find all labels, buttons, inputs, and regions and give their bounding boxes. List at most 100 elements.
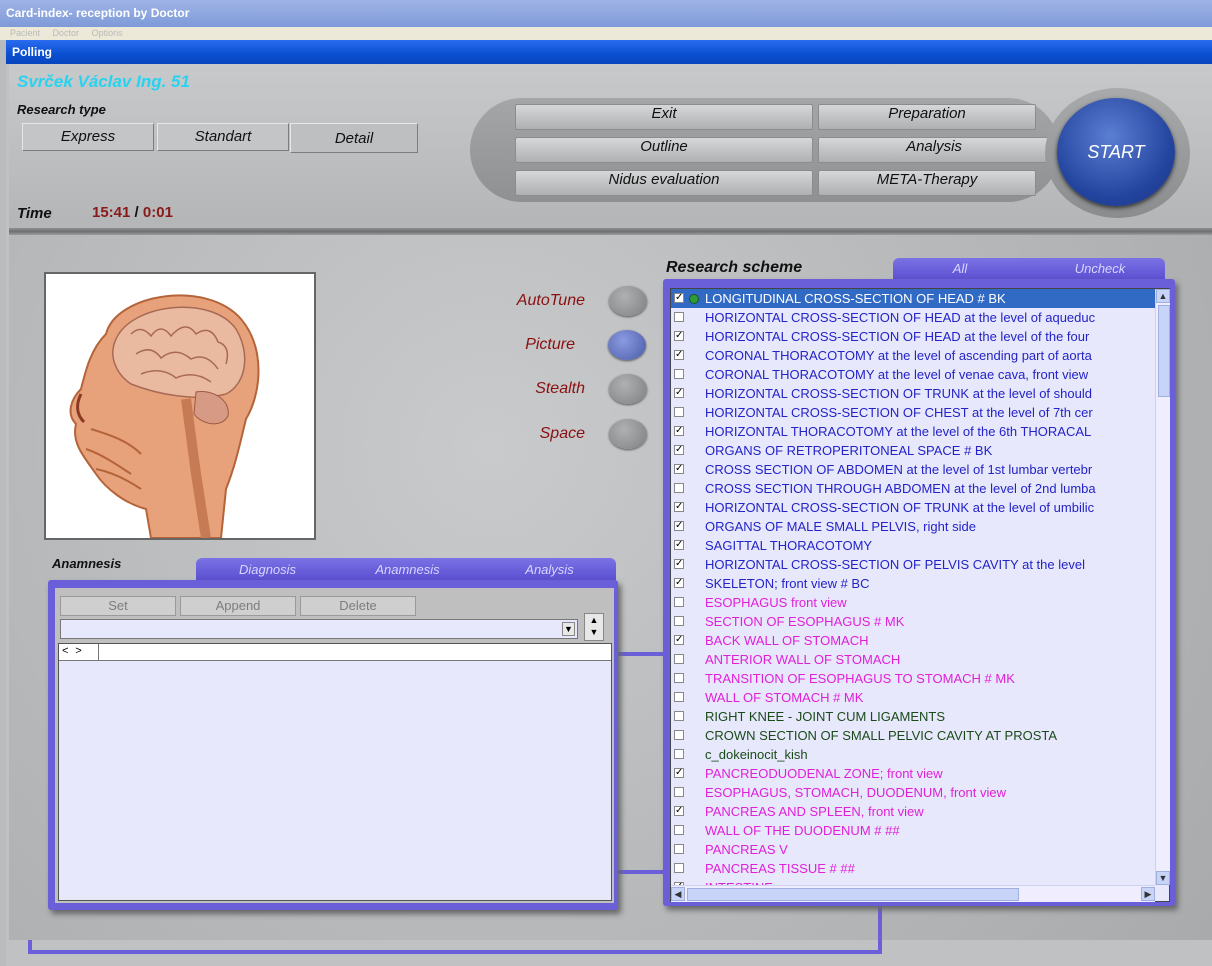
tab-all[interactable]: All [905, 261, 1015, 276]
research-scheme-item[interactable]: ✓ HORIZONTAL CROSS-SECTION OF PELVIS CAVI… [671, 555, 1157, 574]
research-scheme-item[interactable]: HORIZONTAL CROSS-SECTION OF HEAD at the … [671, 308, 1157, 327]
item-checkbox[interactable]: ✓ [674, 426, 684, 436]
append-button[interactable]: Append [180, 596, 296, 616]
anamnesis-combo[interactable]: ▼ [60, 619, 578, 639]
space-toggle[interactable] [609, 419, 647, 449]
item-checkbox[interactable]: ✓ [674, 521, 684, 531]
item-checkbox[interactable] [674, 825, 684, 835]
item-checkbox[interactable]: ✓ [674, 578, 684, 588]
research-scheme-item[interactable]: ✓ PANCREAS AND SPLEEN, front view [671, 802, 1157, 821]
research-scheme-item[interactable]: ✓ ORGANS OF RETROPERITONEAL SPACE # BK [671, 441, 1157, 460]
scroll-down-icon[interactable]: ▼ [1156, 871, 1170, 885]
scroll-right-icon[interactable]: ▶ [1141, 887, 1155, 901]
menu-options[interactable]: Options [92, 28, 123, 38]
research-scheme-item[interactable]: PANCREAS V [671, 840, 1157, 859]
stealth-toggle[interactable] [609, 374, 647, 404]
scroll-thumb[interactable] [1158, 305, 1170, 397]
research-scheme-item[interactable]: ✓ HORIZONTAL CROSS-SECTION OF TRUNK at th… [671, 498, 1157, 517]
item-checkbox[interactable] [674, 787, 684, 797]
research-scheme-item[interactable]: WALL OF STOMACH # MK [671, 688, 1157, 707]
research-scheme-item[interactable]: ✓ CROSS SECTION OF ABDOMEN at the level o… [671, 460, 1157, 479]
item-checkbox[interactable] [674, 844, 684, 854]
dropdown-arrow-icon[interactable]: ▼ [562, 622, 575, 636]
item-checkbox[interactable]: ✓ [674, 388, 684, 398]
item-checkbox[interactable] [674, 711, 684, 721]
research-scheme-item[interactable]: WALL OF THE DUODENUM # ## [671, 821, 1157, 840]
item-checkbox[interactable]: ✓ [674, 464, 684, 474]
item-checkbox[interactable]: ✓ [674, 806, 684, 816]
research-type-standart[interactable]: Standart [157, 123, 289, 151]
hscroll-thumb[interactable] [687, 888, 1019, 901]
item-checkbox[interactable]: ✓ [674, 331, 684, 341]
tab-diagnosis[interactable]: Diagnosis [205, 562, 330, 577]
anamnesis-text-area[interactable]: < > [58, 643, 612, 901]
item-checkbox[interactable] [674, 407, 684, 417]
item-checkbox[interactable]: ✓ [674, 768, 684, 778]
research-type-express[interactable]: Express [22, 123, 154, 151]
delete-button[interactable]: Delete [300, 596, 416, 616]
research-scheme-item[interactable]: ✓ CORONAL THORACOTOMY at the level of asc… [671, 346, 1157, 365]
research-scheme-item[interactable]: ✓ SKELETON; front view # BC [671, 574, 1157, 593]
meta-therapy-button[interactable]: META-Therapy [818, 170, 1036, 196]
anamnesis-nav-arrows[interactable]: < > [59, 644, 99, 660]
research-scheme-list[interactable]: ✓ LONGITUDINAL CROSS-SECTION OF HEAD # BK… [670, 288, 1170, 902]
preparation-button[interactable]: Preparation [818, 104, 1036, 130]
research-scheme-item[interactable]: ✓ HORIZONTAL THORACOTOMY at the level of … [671, 422, 1157, 441]
research-scheme-item[interactable]: RIGHT KNEE - JOINT CUM LIGAMENTS [671, 707, 1157, 726]
item-checkbox[interactable] [674, 863, 684, 873]
item-checkbox[interactable]: ✓ [674, 502, 684, 512]
item-checkbox[interactable] [674, 369, 684, 379]
research-scheme-item[interactable]: CROWN SECTION OF SMALL PELVIC CAVITY AT … [671, 726, 1157, 745]
research-scheme-item[interactable]: TRANSITION OF ESOPHAGUS TO STOMACH # MK [671, 669, 1157, 688]
research-scheme-item[interactable]: ✓ ORGANS OF MALE SMALL PELVIS, right side [671, 517, 1157, 536]
research-scheme-item[interactable]: CROSS SECTION THROUGH ABDOMEN at the lev… [671, 479, 1157, 498]
research-scheme-item[interactable]: ✓ HORIZONTAL CROSS-SECTION OF TRUNK at th… [671, 384, 1157, 403]
item-checkbox[interactable] [674, 749, 684, 759]
item-checkbox[interactable]: ✓ [674, 293, 684, 303]
scroll-left-icon[interactable]: ◀ [671, 887, 685, 901]
item-checkbox[interactable]: ✓ [674, 635, 684, 645]
tab-analysis[interactable]: Analysis [487, 562, 612, 577]
picture-toggle[interactable] [608, 330, 646, 360]
horizontal-scrollbar[interactable]: ◀ ▶ [671, 885, 1155, 902]
exit-button[interactable]: Exit [515, 104, 813, 130]
research-scheme-item[interactable]: ✓ HORIZONTAL CROSS-SECTION OF HEAD at the… [671, 327, 1157, 346]
research-scheme-item[interactable]: SECTION OF ESOPHAGUS # MK [671, 612, 1157, 631]
outline-button[interactable]: Outline [515, 137, 813, 163]
research-scheme-item[interactable]: HORIZONTAL CROSS-SECTION OF CHEST at the… [671, 403, 1157, 422]
item-checkbox[interactable]: ✓ [674, 559, 684, 569]
nidus-evaluation-button[interactable]: Nidus evaluation [515, 170, 813, 196]
research-scheme-item[interactable]: ESOPHAGUS, STOMACH, DUODENUM, front view [671, 783, 1157, 802]
menu-pacient[interactable]: Pacient [10, 28, 40, 38]
vertical-scrollbar[interactable]: ▲ ▼ [1155, 289, 1170, 885]
autotune-toggle[interactable] [609, 286, 647, 316]
item-checkbox[interactable] [674, 616, 684, 626]
spin-up-icon[interactable]: ▲ [585, 614, 603, 626]
item-checkbox[interactable]: ✓ [674, 445, 684, 455]
research-scheme-item[interactable]: ✓ LONGITUDINAL CROSS-SECTION OF HEAD # BK [671, 289, 1157, 308]
tab-uncheck[interactable]: Uncheck [1040, 261, 1160, 276]
scroll-up-icon[interactable]: ▲ [1156, 289, 1170, 303]
tab-anamnesis[interactable]: Anamnesis [345, 562, 470, 577]
item-checkbox[interactable] [674, 673, 684, 683]
spin-down-icon[interactable]: ▼ [585, 626, 603, 638]
item-checkbox[interactable] [674, 654, 684, 664]
research-scheme-item[interactable]: CORONAL THORACOTOMY at the level of vena… [671, 365, 1157, 384]
research-scheme-item[interactable]: ✓ SAGITTAL THORACOTOMY [671, 536, 1157, 555]
item-checkbox[interactable] [674, 730, 684, 740]
item-checkbox[interactable] [674, 692, 684, 702]
research-type-detail[interactable]: Detail [290, 123, 418, 153]
research-scheme-item[interactable]: ANTERIOR WALL OF STOMACH [671, 650, 1157, 669]
item-checkbox[interactable] [674, 312, 684, 322]
item-checkbox[interactable]: ✓ [674, 350, 684, 360]
item-checkbox[interactable] [674, 597, 684, 607]
research-scheme-item[interactable]: PANCREAS TISSUE # ## [671, 859, 1157, 878]
menu-doctor[interactable]: Doctor [53, 28, 80, 38]
spin-stepper[interactable]: ▲ ▼ [584, 613, 604, 641]
analysis-button[interactable]: Analysis [818, 137, 1050, 163]
set-button[interactable]: Set [60, 596, 176, 616]
research-scheme-item[interactable]: ✓ PANCREODUODENAL ZONE; front view [671, 764, 1157, 783]
item-checkbox[interactable] [674, 483, 684, 493]
research-scheme-item[interactable]: ✓ BACK WALL OF STOMACH [671, 631, 1157, 650]
research-scheme-item[interactable]: c_dokeinocit_kish [671, 745, 1157, 764]
